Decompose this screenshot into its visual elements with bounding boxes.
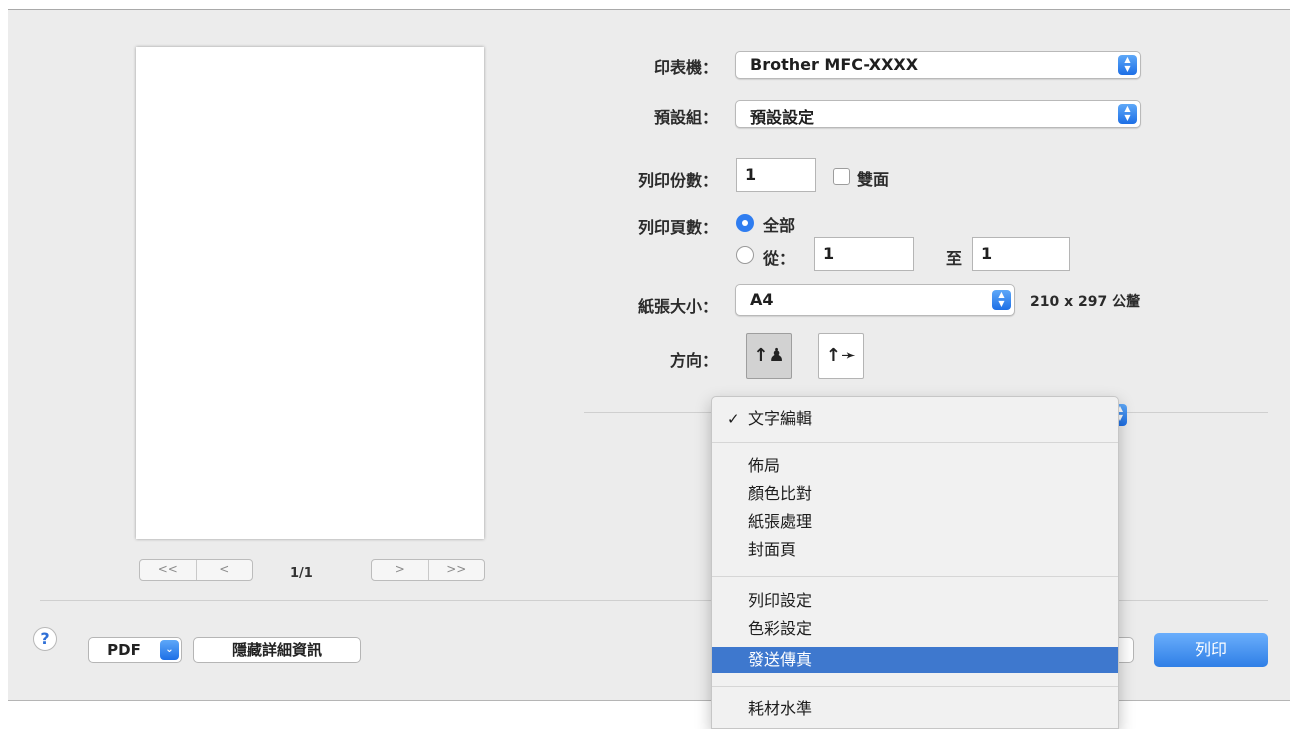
presets-value: 預設設定 xyxy=(750,108,815,127)
menu-item-label: 文字編輯 xyxy=(748,409,813,428)
page-preview xyxy=(136,47,484,539)
printer-value: Brother MFC-XXXX xyxy=(750,55,919,74)
portrait-orientation-icon[interactable]: ↑♟ xyxy=(746,333,792,379)
printer-label: 印表機： xyxy=(653,58,718,77)
section-divider-left xyxy=(584,412,712,413)
menu-item-text-edit[interactable]: ✓ 文字編輯 xyxy=(712,406,1118,432)
pdf-label: PDF xyxy=(107,641,141,659)
first-page-button[interactable]: << xyxy=(140,560,196,580)
pages-to-label: 至 xyxy=(946,249,963,268)
duplex-checkbox[interactable] xyxy=(833,168,850,185)
print-button[interactable]: 列印 xyxy=(1154,633,1268,667)
pages-to-input[interactable]: 1 xyxy=(972,237,1070,271)
menu-item-color-matching[interactable]: 顏色比對 xyxy=(712,481,1118,507)
last-page-button[interactable]: >> xyxy=(427,560,485,580)
paper-size-label: 紙張大小： xyxy=(637,297,718,316)
next-page-button[interactable]: > xyxy=(372,560,428,580)
menu-item-send-fax[interactable]: 發送傳真 xyxy=(712,647,1118,673)
menu-item-color-settings[interactable]: 色彩設定 xyxy=(712,616,1118,642)
paper-size-stepper-icon: ▲ ▼ xyxy=(992,290,1011,310)
copies-label: 列印份數： xyxy=(637,171,718,190)
pages-from-radio[interactable] xyxy=(736,246,754,264)
preview-nav-back: << < xyxy=(139,559,253,581)
panel-dropdown-menu: ✓ 文字編輯 佈局 顏色比對 紙張處理 封面頁 列印設定 色彩設定 發送傳真 耗… xyxy=(711,396,1119,729)
paper-size-select[interactable]: A4 ▲ ▼ xyxy=(735,284,1015,316)
menu-item-cover-page[interactable]: 封面頁 xyxy=(712,537,1118,563)
paper-size-value: A4 xyxy=(750,290,774,309)
pages-all-radio[interactable] xyxy=(736,214,754,232)
duplex-label: 雙面 xyxy=(857,170,890,189)
menu-separator xyxy=(712,442,1118,443)
pages-from-label: 從： xyxy=(763,249,796,268)
paper-dimensions: 210 x 297 公釐 xyxy=(1030,294,1141,310)
preview-nav-forward: > >> xyxy=(371,559,485,581)
menu-item-layout[interactable]: 佈局 xyxy=(712,453,1118,479)
copies-input[interactable]: 1 xyxy=(736,158,816,192)
menu-separator xyxy=(712,686,1118,687)
help-button[interactable]: ? xyxy=(33,627,57,651)
landscape-orientation-icon[interactable]: ↑➛ xyxy=(818,333,864,379)
printer-stepper-icon: ▲ ▼ xyxy=(1118,55,1137,75)
menu-item-paper-handling[interactable]: 紙張處理 xyxy=(712,509,1118,535)
menu-separator xyxy=(712,576,1118,577)
presets-select[interactable]: 預設設定 ▲ ▼ xyxy=(735,100,1141,128)
checkmark-icon: ✓ xyxy=(727,410,740,428)
orientation-label: 方向： xyxy=(669,351,718,370)
menu-item-print-settings[interactable]: 列印設定 xyxy=(712,588,1118,614)
pdf-button[interactable]: PDF ⌄ xyxy=(88,637,182,663)
chevron-down-icon: ⌄ xyxy=(160,640,179,660)
prev-page-button[interactable]: < xyxy=(195,560,253,580)
pages-all-label: 全部 xyxy=(763,216,796,235)
section-divider-right xyxy=(1118,412,1268,413)
presets-stepper-icon: ▲ ▼ xyxy=(1118,104,1137,124)
hide-details-button[interactable]: 隱藏詳細資訊 xyxy=(193,637,361,663)
printer-select[interactable]: Brother MFC-XXXX ▲ ▼ xyxy=(735,51,1141,79)
page-indicator: 1/1 xyxy=(290,566,313,581)
menu-item-supply-levels[interactable]: 耗材水準 xyxy=(712,696,1118,722)
pages-from-input[interactable]: 1 xyxy=(814,237,914,271)
pages-label: 列印頁數： xyxy=(637,218,718,237)
presets-label: 預設組： xyxy=(653,108,718,127)
